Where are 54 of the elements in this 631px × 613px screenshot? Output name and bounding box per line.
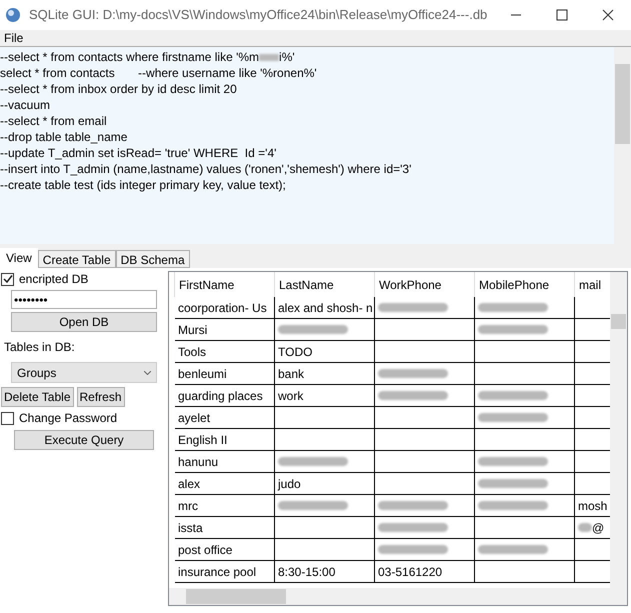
query-line: select * from contacts --where username like '%ronen%' bbox=[0, 65, 318, 81]
table-cell: judo bbox=[275, 473, 375, 495]
table-cell: alex and shosh- n bbox=[275, 297, 375, 319]
password-field[interactable]: •••••••• bbox=[11, 290, 157, 309]
query-line: --vacuum bbox=[0, 97, 52, 113]
query-line: --drop table table_name bbox=[0, 129, 128, 145]
refresh-button[interactable]: Refresh bbox=[76, 387, 125, 407]
table-cell: insurance pool bbox=[175, 561, 275, 583]
table-cell: issta bbox=[175, 517, 275, 539]
table-cell: bank bbox=[275, 363, 375, 385]
table-cell: TODO bbox=[275, 341, 375, 363]
query-line: --select * from contacts where firstname like '%m i%' bbox=[0, 49, 296, 65]
table-cell: hanunu bbox=[175, 451, 275, 473]
query-line: --select * from email bbox=[0, 113, 108, 129]
globe-icon bbox=[5, 7, 21, 23]
table-cell: English II bbox=[175, 429, 275, 451]
scrollbar[interactable] bbox=[169, 588, 627, 605]
table-cell: alex bbox=[175, 473, 275, 495]
column-header[interactable]: FirstName bbox=[175, 272, 275, 297]
table-cell: mrc bbox=[175, 495, 275, 517]
execute-query-button[interactable]: Execute Query bbox=[14, 430, 154, 450]
column-header[interactable]: MobilePhone bbox=[475, 272, 575, 297]
tab[interactable]: View bbox=[0, 248, 38, 268]
table-cell: 8:30-15:00 bbox=[275, 561, 375, 583]
checkbox-label: Change Password bbox=[19, 410, 118, 427]
encrypted-checkbox[interactable] bbox=[1, 272, 14, 286]
table-cell: Mursi bbox=[175, 319, 275, 341]
open-db-button[interactable]: Open DB bbox=[11, 312, 157, 332]
query-line: --select * from inbox order by id desc limit 20 bbox=[0, 81, 238, 97]
chevron-icon bbox=[144, 370, 151, 374]
table-cell: post office bbox=[175, 539, 275, 561]
table-cell: work bbox=[275, 385, 375, 407]
table-cell: ayelet bbox=[175, 407, 275, 429]
change-password-checkbox[interactable] bbox=[1, 412, 14, 424]
table-cell: coorporation- Us bbox=[175, 297, 275, 319]
column-header[interactable]: LastName bbox=[275, 272, 375, 297]
window-title: SQLite GUI: D:\my-docs\VS\Windows\myOffice24\bin\Release\myOffice24---.db bbox=[29, 6, 488, 24]
table-cell: Tools bbox=[175, 341, 275, 363]
checkbox-label: encripted DB bbox=[19, 271, 88, 288]
column-header[interactable]: WorkPhone bbox=[375, 272, 475, 297]
scrollbar[interactable] bbox=[610, 272, 627, 588]
tables-label: Tables in DB: bbox=[4, 339, 76, 356]
scrollbar[interactable] bbox=[614, 47, 631, 244]
query-line: --insert into T_admin (name,lastname) values ('ronen','shemesh') where id='3' bbox=[0, 161, 412, 177]
query-line: --update T_admin set isRead= 'true' WHERE Id ='4' bbox=[0, 145, 278, 161]
menu-item[interactable]: File bbox=[0, 29, 28, 47]
query-line: --create table test (ids integer primary key, value text); bbox=[0, 177, 287, 193]
table-cell: guarding places bbox=[175, 385, 275, 407]
table-cell: 03-5161220 bbox=[375, 561, 475, 583]
tab[interactable]: DB Schema bbox=[116, 250, 190, 268]
tab[interactable]: Create Table bbox=[38, 250, 116, 268]
table-cell: benleumi bbox=[175, 363, 275, 385]
delete-table-button[interactable]: Delete Table bbox=[1, 387, 74, 407]
tables-dropdown[interactable]: Groups bbox=[11, 362, 157, 383]
